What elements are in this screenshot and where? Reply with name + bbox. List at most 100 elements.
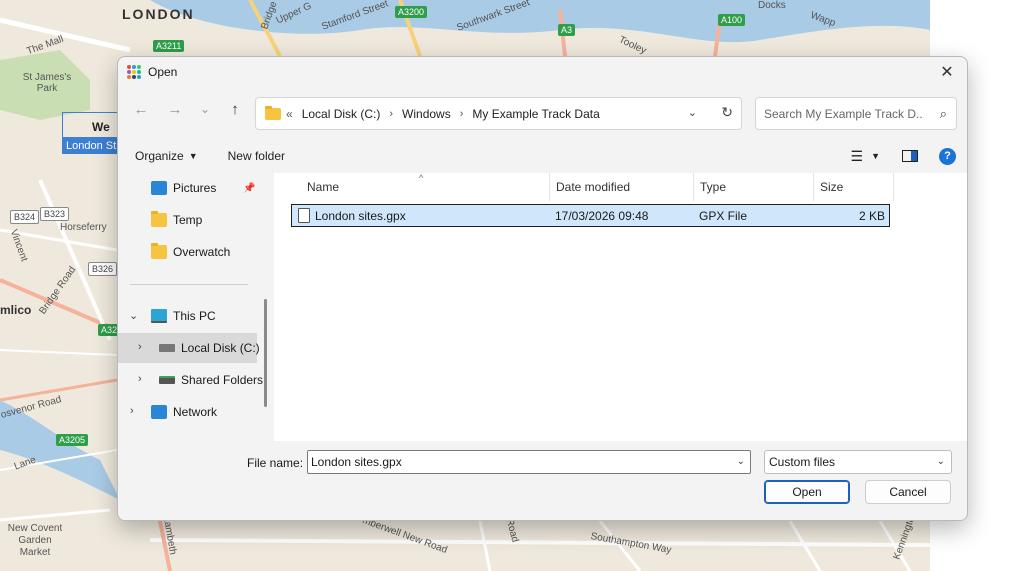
- nav-item-overwatch[interactable]: Overwatch: [151, 243, 231, 259]
- file-size: 2 KB: [858, 209, 885, 223]
- nav-item-pictures[interactable]: Pictures: [151, 181, 216, 195]
- file-row[interactable]: London sites.gpx 17/03/2026 09:48 GPX Fi…: [291, 204, 890, 227]
- search-input[interactable]: [764, 106, 924, 121]
- back-button[interactable]: ←: [128, 96, 154, 122]
- folder-icon: [265, 105, 281, 120]
- search-box[interactable]: ⌕: [755, 97, 957, 130]
- nav-item-label: Overwatch: [173, 245, 231, 259]
- nav-item-label: Shared Folders: [181, 373, 264, 387]
- map-city-label: LONDON: [122, 6, 195, 22]
- file-name: London sites.gpx: [315, 209, 406, 223]
- pin-icon[interactable]: 📌: [243, 183, 255, 194]
- help-button[interactable]: ?: [939, 147, 956, 165]
- chevron-down-icon[interactable]: ⌄: [737, 456, 745, 467]
- organize-button[interactable]: Organize ▼: [135, 149, 198, 163]
- breadcrumb-item[interactable]: Local Disk (C:): [302, 107, 381, 121]
- app-icon: [127, 65, 141, 79]
- nav-item-local-disk[interactable]: Local Disk (C:): [159, 341, 260, 355]
- map-market-label: New Covent Garden Market: [7, 523, 63, 558]
- nav-item-label: Network: [173, 405, 218, 419]
- caret-down-icon: ▼: [871, 151, 880, 161]
- chevron-right-icon[interactable]: ›: [460, 108, 464, 120]
- up-button[interactable]: ↑: [222, 96, 248, 122]
- file-name-label: File name:: [247, 456, 304, 470]
- cancel-button[interactable]: Cancel: [865, 480, 951, 504]
- dialog-titlebar[interactable]: Open ✕: [118, 57, 967, 87]
- chevron-right-icon[interactable]: ›: [130, 405, 134, 417]
- road-badge: A100: [718, 14, 746, 26]
- chevron-down-icon: ⌄: [936, 456, 945, 467]
- nav-item-label: Pictures: [173, 181, 217, 195]
- address-bar[interactable]: « Local Disk (C:) › Windows › My Example…: [255, 97, 742, 130]
- folder-icon: [151, 243, 167, 259]
- breadcrumb-item[interactable]: Windows: [402, 107, 451, 121]
- nav-item-label: This PC: [173, 309, 216, 323]
- column-header-name[interactable]: Name: [301, 173, 550, 201]
- nav-item-label: Temp: [173, 213, 203, 227]
- navigation-pane: Pictures 📌 Temp Overwatch ⌄ This PC › Lo…: [118, 173, 273, 441]
- file-name-value: London sites.gpx: [311, 455, 402, 469]
- close-button[interactable]: ✕: [927, 57, 967, 87]
- breadcrumb-item[interactable]: My Example Track Data: [472, 107, 599, 121]
- road-badge: A3: [558, 24, 576, 36]
- nav-item-label: Local Disk (C:): [181, 341, 260, 355]
- column-header-type[interactable]: Type: [694, 173, 814, 201]
- nav-item-network[interactable]: Network: [151, 405, 217, 419]
- road-badge: A3200: [395, 6, 428, 18]
- pc-icon: [151, 309, 167, 323]
- refresh-icon[interactable]: ↻: [721, 104, 733, 121]
- forward-button[interactable]: →: [162, 96, 188, 122]
- file-date: 17/03/2026 09:48: [555, 209, 649, 223]
- road-badge: A3211: [153, 40, 185, 52]
- chevron-right-icon[interactable]: ›: [138, 341, 142, 353]
- organize-label: Organize: [135, 149, 184, 163]
- file-icon: [298, 208, 310, 223]
- road-badge: B324: [10, 210, 40, 224]
- map-area-label: Docks: [758, 0, 786, 11]
- road-badge: B323: [40, 207, 70, 221]
- dialog-footer: File name: London sites.gpx ⌄ Custom fil…: [118, 441, 967, 520]
- help-icon: ?: [944, 150, 951, 162]
- new-folder-button[interactable]: New folder: [228, 149, 285, 163]
- recent-locations-button[interactable]: ⌄: [196, 96, 214, 122]
- file-list: ^ Name Date modified Type Size London si…: [274, 173, 967, 441]
- map-street-label: Horseferry: [60, 222, 107, 233]
- dialog-title: Open: [148, 65, 178, 79]
- nav-item-shared-folders[interactable]: Shared Folders: [159, 373, 263, 387]
- road-badge: A3205: [56, 434, 89, 446]
- file-type-value: Custom files: [769, 455, 836, 469]
- command-bar: Organize ▼ New folder ☰ ▼ ?: [118, 141, 967, 171]
- map-selected-point-label: We: [92, 120, 110, 134]
- caret-down-icon: ▼: [188, 151, 198, 161]
- map-park-label: St James's Park: [22, 72, 72, 94]
- file-type: GPX File: [699, 209, 748, 223]
- map-selected-point-name[interactable]: London St: [62, 138, 122, 154]
- network-icon: [151, 405, 167, 419]
- preview-pane-button[interactable]: [902, 150, 918, 162]
- chevron-right-icon[interactable]: ›: [138, 373, 142, 385]
- arrow-left-icon: ←: [133, 100, 149, 118]
- list-view-icon: ☰: [850, 147, 864, 164]
- nav-item-temp[interactable]: Temp: [151, 211, 203, 227]
- file-type-select[interactable]: Custom files ⌄: [764, 450, 952, 474]
- chevron-right-icon[interactable]: ›: [389, 108, 393, 120]
- open-button[interactable]: Open: [764, 480, 850, 504]
- column-header-date[interactable]: Date modified: [550, 173, 694, 201]
- chevron-down-icon[interactable]: ⌄: [688, 106, 697, 119]
- arrow-right-icon: →: [167, 100, 183, 118]
- breadcrumb-overflow[interactable]: «: [286, 107, 293, 121]
- nav-item-this-pc[interactable]: This PC: [151, 309, 216, 323]
- file-name-input[interactable]: London sites.gpx ⌄: [307, 450, 751, 474]
- shared-folder-icon: [159, 376, 175, 384]
- nav-scrollbar[interactable]: [264, 299, 267, 407]
- column-header-size[interactable]: Size: [814, 173, 894, 201]
- disk-icon: [159, 344, 175, 352]
- new-folder-label: New folder: [227, 149, 285, 163]
- chevron-down-icon[interactable]: ⌄: [129, 309, 138, 322]
- arrow-up-icon: ↑: [231, 100, 239, 118]
- change-view-button[interactable]: ☰ ▼: [851, 148, 880, 165]
- road-badge: B326: [88, 262, 118, 276]
- map-selection-box[interactable]: [62, 112, 120, 138]
- search-icon[interactable]: ⌕: [940, 106, 947, 122]
- divider: [130, 284, 248, 285]
